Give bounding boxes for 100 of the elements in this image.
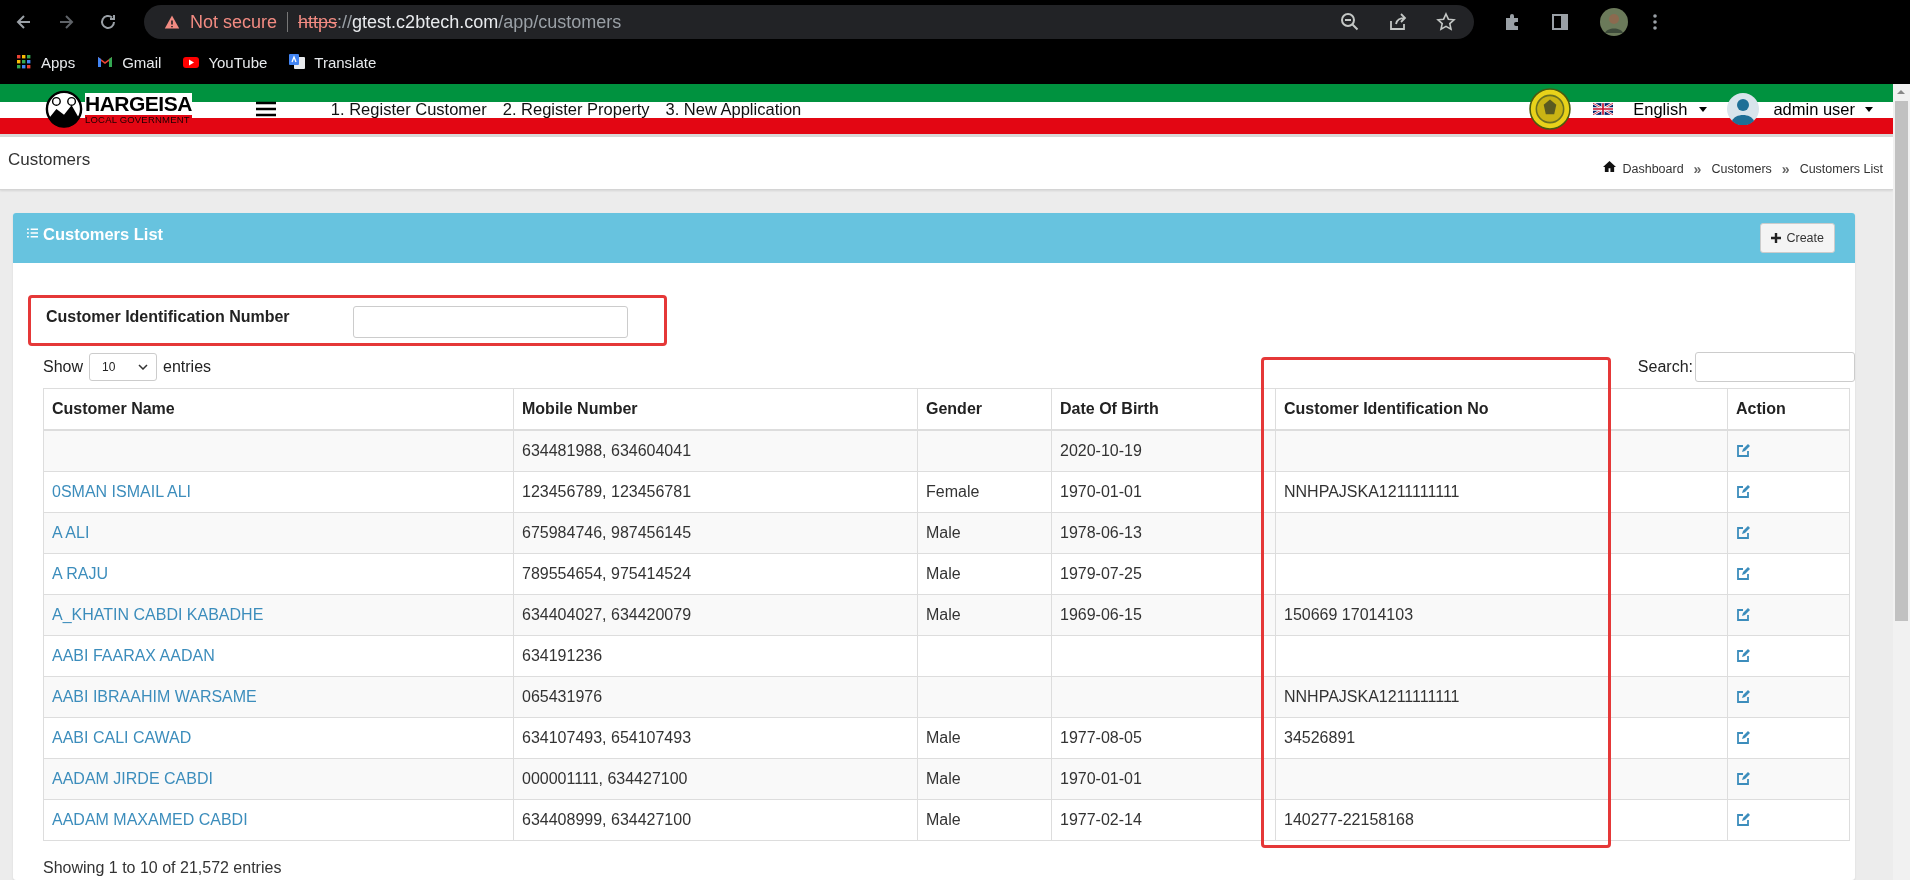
menu-icon[interactable]	[1652, 12, 1658, 32]
customer-link[interactable]: A RAJU	[52, 565, 108, 582]
security-label: Not secure	[190, 11, 278, 33]
search-field[interactable]	[1695, 352, 1855, 382]
table-cell: Male	[926, 770, 961, 787]
table-cell: 789554654, 975414524	[522, 565, 692, 582]
edit-icon[interactable]	[1736, 567, 1750, 581]
bookmark[interactable]: YouTube	[183, 53, 268, 71]
logo[interactable]: HARGEISA LOCAL GOVERNMENT	[45, 90, 192, 128]
nav-link[interactable]: 2. Register Property	[502, 99, 650, 119]
edit-icon[interactable]	[1736, 526, 1750, 540]
home-icon	[1603, 159, 1617, 173]
table-cell: 065431976	[522, 688, 603, 705]
page-title: Customers	[8, 150, 91, 170]
url-text: https://gtest.c2btech.com/app/customers	[298, 11, 622, 33]
nav-link[interactable]: 3. New Application	[665, 99, 802, 119]
id-number-field[interactable]	[353, 306, 628, 338]
table-cell: 1970-01-01	[1060, 770, 1142, 787]
bookmark[interactable]: Translate	[289, 53, 377, 71]
table-cell: 634107493, 654107493	[522, 729, 692, 746]
table-cell: 000001111, 634427100	[522, 770, 688, 787]
language-dropdown[interactable]: English	[1593, 99, 1708, 119]
share-icon[interactable]	[1388, 12, 1408, 32]
table-cell: 123456789, 123456781	[522, 483, 692, 500]
warning-icon	[164, 14, 180, 30]
menu-icon[interactable]	[255, 101, 276, 117]
bookmark[interactable]: Apps	[16, 53, 76, 71]
customer-link[interactable]: AABI FAARAX AADAN	[52, 647, 215, 664]
user-avatar	[1727, 93, 1760, 125]
plus-icon	[1771, 233, 1782, 243]
edit-icon[interactable]	[1736, 772, 1750, 786]
apps-grid-icon	[16, 54, 32, 70]
table-cell: NNHPAJSKA1211111111	[1284, 483, 1460, 500]
mail-icon	[97, 54, 114, 70]
breadcrumb-separator: »	[1693, 161, 1702, 177]
table-cell: NNHPAJSKA1211111111	[1284, 688, 1460, 705]
table-cell: Male	[926, 606, 961, 623]
logo-emblem-icon	[45, 90, 83, 128]
edit-icon[interactable]	[1736, 444, 1750, 458]
table-cell: 634191236	[522, 647, 603, 664]
table-cell: 1978-06-13	[1060, 524, 1142, 541]
caret-icon	[1865, 106, 1873, 112]
field-label: Customer Identification Number	[46, 308, 291, 326]
table-cell: 1979-07-25	[1060, 565, 1142, 582]
play-icon	[183, 54, 200, 70]
chevron-icon	[138, 364, 149, 370]
customer-link[interactable]: A ALI	[52, 524, 90, 541]
flag-icon	[1593, 103, 1614, 115]
table-cell: 634481988, 634604041	[522, 442, 692, 459]
user-menu[interactable]: admin user	[1727, 93, 1873, 125]
breadcrumb-separator: »	[1781, 161, 1790, 177]
breadcrumb-link[interactable]: Customers List	[1799, 162, 1883, 176]
table-cell: Male	[926, 811, 961, 828]
zoom-out-icon[interactable]	[1340, 12, 1360, 32]
translate-icon	[289, 54, 306, 70]
edit-icon[interactable]	[1736, 608, 1750, 622]
table-cell: 675984746, 987456145	[522, 524, 692, 541]
edit-icon[interactable]	[1736, 690, 1750, 704]
reload-icon[interactable]	[98, 12, 118, 32]
table-cell: Male	[926, 565, 961, 582]
list-icon	[27, 228, 38, 238]
table-cell: Female	[926, 483, 980, 500]
table-cell: 1969-06-15	[1060, 606, 1142, 623]
customer-link[interactable]: 0SMAN ISMAIL ALI	[52, 483, 191, 500]
table-cell: 1977-02-14	[1060, 811, 1142, 828]
side-panel-icon[interactable]	[1550, 12, 1570, 32]
edit-icon[interactable]	[1736, 731, 1750, 745]
profile-avatar[interactable]	[1600, 8, 1628, 36]
caret-icon	[1699, 106, 1708, 112]
table-cell: 150669 17014103	[1284, 606, 1414, 623]
table-cell: Male	[926, 729, 961, 746]
edit-icon[interactable]	[1736, 649, 1750, 663]
table-cell: 1970-01-01	[1060, 483, 1142, 500]
customer-link[interactable]: A_KHATIN CABDI KABADHE	[52, 606, 264, 623]
address-bar[interactable]: Not secure https://gtest.c2btech.com/app/customers	[144, 5, 1474, 39]
bookmark[interactable]: Gmail	[97, 53, 162, 71]
entries-label: entries	[163, 358, 212, 376]
panel-title: Customers List	[43, 224, 164, 244]
customer-link[interactable]: AADAM MAXAMED CABDI	[52, 811, 248, 828]
edit-icon[interactable]	[1736, 813, 1750, 827]
table-cell: 634408999, 634427100	[522, 811, 692, 828]
table-cell: 34526891	[1284, 729, 1356, 746]
search-label: Search:	[1637, 358, 1693, 376]
star-icon[interactable]	[1436, 12, 1456, 32]
table-cell: Male	[926, 524, 961, 541]
page-size-select[interactable]: 10	[89, 353, 158, 381]
table-cell: 634404027, 634420079	[522, 606, 692, 623]
create-button[interactable]: Create	[1760, 223, 1835, 253]
table-cell: 2020-10-19	[1060, 442, 1142, 459]
nav-link[interactable]: 1. Register Customer	[330, 99, 487, 119]
table-info: Showing 1 to 10 of 21,572 entries	[43, 859, 283, 877]
breadcrumb-link[interactable]: Customers	[1711, 162, 1772, 176]
customer-link[interactable]: AABI IBRAAHIM WARSAME	[52, 688, 257, 705]
scrollbar[interactable]	[1893, 84, 1910, 880]
edit-icon[interactable]	[1736, 485, 1750, 499]
scroll-up-icon[interactable]	[1896, 89, 1906, 95]
customer-link[interactable]: AABI CALI CAWAD	[52, 729, 192, 746]
table-cell: 1977-08-05	[1060, 729, 1142, 746]
breadcrumb-link[interactable]: Dashboard	[1622, 162, 1684, 176]
show-label: Show	[43, 358, 84, 376]
